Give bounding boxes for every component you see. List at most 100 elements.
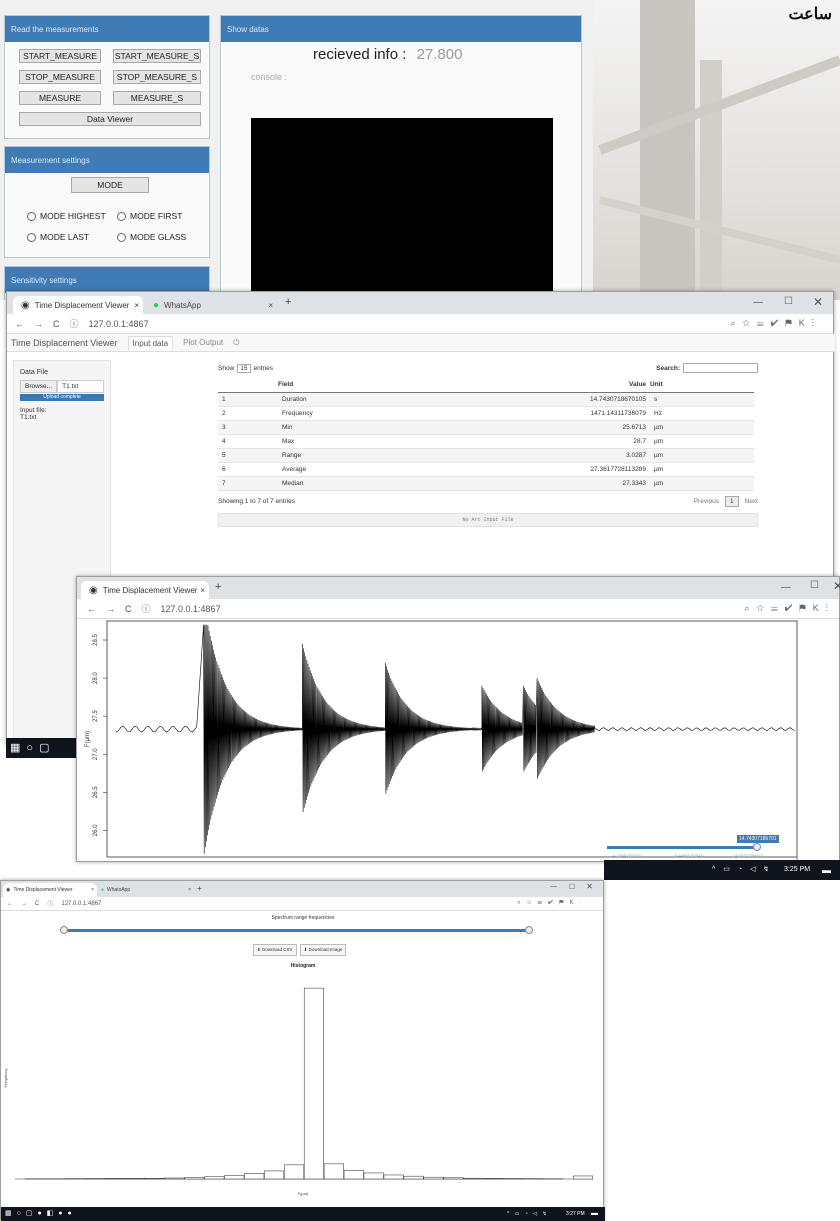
extension-icons[interactable]: ⌕☆☰✔⚑K⋮: [730, 318, 821, 329]
tab-title: WhatsApp: [164, 301, 201, 310]
table-cell: µm: [650, 476, 754, 490]
download-image-button[interactable]: ⬇ Download Image: [300, 944, 347, 956]
column-value[interactable]: Value: [398, 378, 650, 392]
maximize-icon[interactable]: ☐: [569, 883, 575, 891]
slider-handle-max[interactable]: [525, 926, 533, 934]
maximize-icon[interactable]: ☐: [810, 580, 819, 591]
stop-measure-s-button[interactable]: STOP_MEASURE_S: [113, 70, 201, 84]
tab-time-displacement[interactable]: ◉ Time Displacement Viewer ×: [13, 296, 143, 314]
radio-mode-highest[interactable]: MODE HIGHEST: [27, 211, 106, 221]
back-icon[interactable]: ←: [15, 319, 24, 329]
table-cell: Duration: [278, 392, 398, 406]
previous-button[interactable]: Previous: [694, 498, 719, 505]
slider-handle[interactable]: [753, 843, 761, 851]
url-field[interactable]: 127.0.0.1:4867: [161, 604, 221, 614]
url-field[interactable]: 127.0.0.1:4867: [89, 319, 149, 329]
close-icon[interactable]: ×: [200, 586, 205, 595]
close-window-icon[interactable]: ✕: [813, 295, 823, 309]
url-field[interactable]: 127.0.0.1:4867: [61, 901, 101, 907]
start-measure-s-button[interactable]: START_MEASURE_S: [113, 49, 201, 63]
reload-icon[interactable]: C: [53, 319, 60, 329]
back-icon[interactable]: ←: [87, 604, 96, 614]
page-length-select[interactable]: 15: [237, 364, 250, 373]
mode-button[interactable]: MODE: [71, 177, 149, 193]
tray-icons[interactable]: ^ ▭ ◔ ◁ ↯: [712, 860, 772, 880]
browse-button[interactable]: Browse...: [20, 380, 57, 393]
table-cell: 2: [218, 406, 278, 420]
next-button[interactable]: Next: [745, 498, 758, 505]
page-1-button[interactable]: 1: [725, 496, 739, 507]
read-panel: Read the measurements START_MEASURE STAR…: [4, 15, 210, 139]
maximize-icon[interactable]: ☐: [784, 296, 793, 307]
tab-whatsapp[interactable]: ● WhatsApp ×: [153, 296, 273, 314]
tab-input-data[interactable]: Input data: [128, 336, 174, 350]
reload-icon[interactable]: C: [35, 901, 39, 907]
new-tab-button[interactable]: +: [197, 884, 202, 893]
table-cell: µm: [650, 420, 754, 434]
power-icon[interactable]: ⏻: [233, 338, 239, 348]
extension-icons[interactable]: ⌕☆☰✔⚑K⋮: [517, 900, 587, 907]
column-index[interactable]: [218, 378, 278, 392]
close-window-icon[interactable]: ✕: [833, 579, 840, 593]
windows-start-icon[interactable]: ▦: [10, 742, 26, 754]
frequency-range-slider[interactable]: [63, 924, 531, 938]
slider-handle-min[interactable]: [60, 926, 68, 934]
close-icon[interactable]: ×: [134, 301, 139, 310]
tab-time-displacement[interactable]: ◉ Time Displacement Viewer ×: [81, 581, 209, 599]
tab-plot-output[interactable]: Plot Output: [183, 338, 223, 347]
close-icon[interactable]: ×: [268, 301, 273, 310]
histogram-bar: [284, 1165, 304, 1179]
info-value: 27.800: [417, 46, 463, 63]
search-input[interactable]: [683, 363, 758, 373]
taskbar-apps[interactable]: ▦○▢●◧●●: [5, 1210, 77, 1217]
close-icon[interactable]: ×: [91, 887, 94, 893]
radio-mode-first[interactable]: MODE FIRST: [117, 211, 182, 221]
tray-icons[interactable]: ^ ▭ ◔ ◁ ↯: [507, 1207, 549, 1221]
file-name-field[interactable]: T1.txt: [57, 380, 104, 393]
data-viewer-button[interactable]: Data Viewer: [19, 112, 201, 126]
extension-icons[interactable]: ⌕☆☰✔⚑K⋮: [744, 603, 835, 614]
table-info: Showing 1 to 7 of 7 entries: [218, 498, 295, 505]
app-brand: Time Displacement Viewer: [11, 338, 118, 348]
new-tab-button[interactable]: +: [285, 296, 291, 308]
minimize-icon[interactable]: —: [550, 883, 557, 890]
column-field[interactable]: Field: [278, 378, 398, 392]
taskbar-left: ▦○▢: [6, 738, 76, 758]
forward-icon[interactable]: →: [21, 901, 27, 907]
search-icon[interactable]: ○: [26, 742, 39, 754]
notification-icon[interactable]: ▬: [591, 1207, 598, 1221]
start-measure-button[interactable]: START_MEASURE: [19, 49, 101, 63]
minimize-icon[interactable]: —: [753, 297, 763, 308]
table-cell: 3: [218, 420, 278, 434]
measure-button[interactable]: MEASURE: [19, 91, 101, 105]
histogram-bar: [573, 1176, 593, 1179]
new-tab-button[interactable]: +: [215, 581, 221, 593]
notification-icon[interactable]: ▬: [822, 860, 831, 880]
console-output[interactable]: [251, 118, 553, 301]
download-icon: ⬇: [304, 947, 308, 952]
histogram-bar: [244, 1173, 264, 1179]
forward-icon[interactable]: →: [106, 604, 115, 614]
close-icon[interactable]: ×: [188, 887, 191, 893]
minimize-icon[interactable]: —: [781, 582, 791, 593]
file-input: Browse... T1.txt: [20, 380, 104, 393]
column-unit[interactable]: Unit: [650, 378, 754, 392]
tab-time-displacement[interactable]: ◉ Time Displacement Viewer ×: [3, 883, 97, 897]
tab-whatsapp[interactable]: ● WhatsApp ×: [101, 883, 191, 897]
reload-icon[interactable]: C: [125, 604, 132, 614]
histogram-bar: [344, 1170, 364, 1179]
download-csv-button[interactable]: ⬇ Download CSV: [253, 944, 297, 956]
measure-s-button[interactable]: MEASURE_S: [113, 91, 201, 105]
radio-mode-last[interactable]: MODE LAST: [27, 232, 89, 242]
back-icon[interactable]: ←: [7, 901, 13, 907]
task-view-icon[interactable]: ▢: [39, 742, 55, 754]
forward-icon[interactable]: →: [34, 319, 43, 329]
slider-track[interactable]: [607, 846, 757, 849]
stop-measure-button[interactable]: STOP_MEASURE: [19, 70, 101, 84]
slider-track[interactable]: [63, 929, 531, 932]
radio-mode-glass[interactable]: MODE GLASS: [117, 232, 186, 242]
range-slider[interactable]: 14.74307186701 4.73840351630 9.446582518…: [607, 835, 787, 863]
table-row: 5Range3.0287µm: [218, 448, 754, 462]
slider-tick: 9.44658251845: [675, 853, 703, 858]
close-window-icon[interactable]: ✕: [586, 882, 593, 891]
